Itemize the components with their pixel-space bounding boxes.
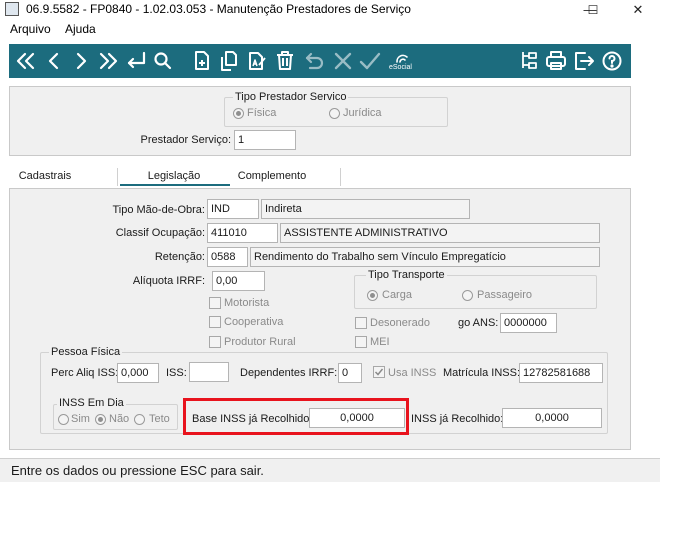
nao-label: Não (109, 413, 130, 425)
active-tab-underline (120, 184, 230, 186)
aliquota-irrf-label: Alíquota IRRF: (132, 275, 205, 287)
passageiro-radio[interactable] (462, 290, 473, 301)
teto-radio[interactable] (134, 414, 145, 425)
highlight-box (183, 398, 409, 435)
tab-legislacao-label: Legislação (147, 170, 201, 182)
delete-icon[interactable] (272, 48, 298, 74)
sim-radio[interactable] (58, 414, 69, 425)
perc-aliq-iss-label: Perc Aliq ISS: (51, 367, 119, 379)
passageiro-label: Passageiro (477, 289, 533, 301)
mei-checkbox[interactable] (355, 336, 367, 348)
app-icon (5, 2, 19, 16)
window-title: 06.9.5582 - FP0840 - 1.02.03.053 - Manut… (26, 2, 411, 16)
undo-icon[interactable] (302, 48, 328, 74)
cooperativa-label: Cooperativa (224, 316, 284, 328)
carga-label: Carga (382, 289, 412, 301)
tab-cadastrais[interactable]: Cadastrais (12, 168, 78, 186)
list-icon[interactable] (516, 48, 542, 74)
dependentes-irrf-input[interactable]: 0 (338, 363, 362, 383)
inss-recolhido-input[interactable]: 0,0000 (502, 408, 602, 428)
status-text: Entre os dados ou pressione ESC para sai… (11, 463, 264, 478)
menu-arquivo[interactable]: Arquivo (10, 22, 51, 36)
classif-ocupacao-desc: ASSISTENTE ADMINISTRATIVO (280, 223, 600, 243)
tab-divider (340, 168, 341, 186)
iss-label: ISS: (166, 367, 187, 379)
title-bar: 06.9.5582 - FP0840 - 1.02.03.053 - Manut… (0, 0, 660, 20)
classif-ocupacao-label: Classif Ocupação: (115, 227, 205, 239)
perc-aliq-iss-input[interactable]: 0,000 (117, 363, 159, 383)
iss-input[interactable] (189, 362, 229, 382)
usa-inss-label: Usa INSS (388, 367, 437, 379)
juridica-radio[interactable] (329, 108, 340, 119)
exit-icon[interactable] (571, 48, 597, 74)
menu-bar: Arquivo Ajuda (0, 20, 660, 38)
tab-complemento[interactable]: Complemento (232, 168, 312, 186)
copy-icon[interactable] (216, 48, 242, 74)
prestador-input[interactable]: 1 (234, 130, 296, 150)
maximize-button[interactable]: ☐ (570, 0, 616, 20)
fisica-radio[interactable] (233, 108, 244, 119)
motorista-label: Motorista (224, 297, 270, 309)
pessoa-fisica-title: Pessoa Física (49, 346, 123, 358)
teto-label: Teto (149, 413, 170, 425)
fisica-label: Física (247, 107, 277, 119)
nao-radio[interactable] (95, 414, 106, 425)
previous-record-icon[interactable] (41, 48, 67, 74)
classif-ocupacao-code[interactable]: 411010 (207, 223, 278, 243)
codigo-ans-label: go ANS: (458, 317, 499, 329)
inss-em-dia-title: INSS Em Dia (57, 397, 126, 409)
tipo-transporte-title: Tipo Transporte (366, 269, 447, 281)
aliquota-irrf-input[interactable]: 0,00 (212, 271, 265, 291)
print-icon[interactable] (543, 48, 569, 74)
prestador-label: Prestador Serviço: (140, 134, 231, 146)
esocial-label: eSocial (389, 64, 412, 71)
juridica-label: Jurídica (343, 107, 382, 119)
esocial-icon[interactable]: eSocial (387, 48, 417, 74)
edit-icon[interactable] (244, 48, 270, 74)
matricula-inss-label: Matrícula INSS: (443, 367, 521, 379)
status-bar: Entre os dados ou pressione ESC para sai… (0, 458, 660, 482)
cancel-icon[interactable] (330, 48, 356, 74)
desonerado-label: Desonerado (370, 317, 430, 329)
close-button[interactable]: ✕ (615, 0, 661, 20)
help-icon[interactable] (599, 48, 625, 74)
inss-recolhido-label: INSS já Recolhido: (411, 413, 504, 425)
toolbar: eSocial (9, 44, 631, 78)
sim-label: Sim (71, 413, 90, 425)
search-icon[interactable] (150, 48, 176, 74)
matricula-inss-input[interactable]: 12782581688 (519, 363, 603, 383)
retencao-code[interactable]: 0588 (207, 247, 248, 267)
dependentes-irrf-label: Dependentes IRRF: (240, 367, 338, 379)
cooperativa-checkbox[interactable] (209, 316, 221, 328)
tipo-prestador-title: Tipo Prestador Servico (233, 91, 349, 103)
produtor-rural-checkbox[interactable] (209, 336, 221, 348)
usa-inss-checkbox[interactable] (373, 366, 385, 378)
next-record-icon[interactable] (68, 48, 94, 74)
goto-icon[interactable] (123, 48, 149, 74)
carga-radio[interactable] (367, 290, 378, 301)
new-icon[interactable] (189, 48, 215, 74)
tab-divider (117, 168, 118, 186)
check-icon (374, 368, 384, 376)
menu-ajuda[interactable]: Ajuda (65, 22, 96, 36)
confirm-icon[interactable] (357, 48, 383, 74)
codigo-ans-input[interactable]: 0000000 (500, 313, 557, 333)
retencao-desc: Rendimento do Trabalho sem Vínculo Empre… (250, 247, 600, 267)
tipo-mao-obra-label: Tipo Mão-de-Obra: (112, 204, 205, 216)
desonerado-checkbox[interactable] (355, 317, 367, 329)
first-record-icon[interactable] (13, 48, 39, 74)
mei-label: MEI (370, 336, 390, 348)
motorista-checkbox[interactable] (209, 297, 221, 309)
retencao-label: Retenção: (154, 251, 205, 263)
last-record-icon[interactable] (95, 48, 121, 74)
tipo-mao-obra-desc: Indireta (261, 199, 470, 219)
produtor-rural-label: Produtor Rural (224, 336, 296, 348)
tipo-mao-obra-code[interactable]: IND (207, 199, 259, 219)
